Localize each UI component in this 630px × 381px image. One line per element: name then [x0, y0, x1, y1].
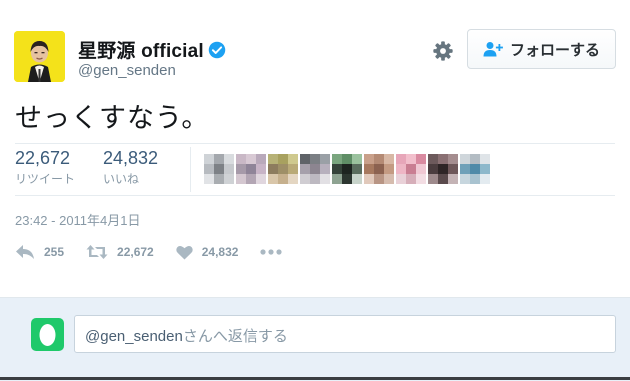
stats-divider: [190, 147, 191, 192]
current-user-avatar: [31, 318, 64, 351]
tweet-text: せっくすなう。: [15, 103, 210, 133]
user-handle[interactable]: @gen_senden: [78, 62, 176, 79]
retweet-icon[interactable]: [86, 244, 108, 260]
like-action-count: 24,832: [201, 245, 239, 259]
verified-badge-icon: [208, 41, 226, 58]
reply-placeholder: さんへ返信する: [182, 328, 288, 345]
reply-count: 255: [44, 245, 65, 259]
reply-input[interactable]: @gen_sendenさんへ返信する: [74, 315, 616, 353]
more-action[interactable]: [260, 249, 283, 255]
liker-avatar[interactable]: [396, 154, 426, 184]
liker-avatar[interactable]: [332, 154, 362, 184]
like-count[interactable]: 24,832: [103, 148, 158, 169]
like-stat[interactable]: 24,832 いいね: [103, 148, 158, 187]
reply-mention: @gen_senden: [85, 328, 183, 345]
reply-area: @gen_sendenさんへ返信する: [0, 297, 630, 381]
tweet-timestamp[interactable]: 23:42 - 2011年4月1日: [15, 210, 141, 229]
retweet-action-count: 22,672: [117, 245, 154, 259]
retweet-action[interactable]: 22,672: [86, 244, 154, 260]
profile-avatar[interactable]: [14, 31, 65, 82]
user-name-row[interactable]: 星野源 official: [78, 36, 226, 63]
liker-avatar[interactable]: [268, 154, 298, 184]
liker-avatar[interactable]: [236, 154, 266, 184]
retweet-count[interactable]: 22,672: [15, 148, 75, 169]
liker-avatars: [204, 154, 490, 184]
follow-button-label: フォローする: [509, 41, 600, 59]
retweet-stat[interactable]: 22,672 リツイート: [15, 148, 75, 187]
liker-avatar[interactable]: [300, 154, 330, 184]
gear-icon[interactable]: [432, 40, 454, 62]
tweet-stats: 22,672 リツイート 24,832 いいね: [15, 143, 615, 196]
like-label: いいね: [103, 172, 140, 186]
like-action[interactable]: 24,832: [176, 245, 239, 260]
follow-person-plus-icon: [483, 42, 503, 57]
liker-avatar[interactable]: [460, 154, 490, 184]
liker-avatar[interactable]: [204, 154, 234, 184]
heart-icon[interactable]: [176, 245, 193, 260]
more-dots-icon[interactable]: [260, 249, 283, 255]
follow-button[interactable]: フォローする: [467, 29, 616, 69]
retweet-label: リツイート: [15, 172, 76, 186]
tweet-actions: 255 22,672 24,832: [15, 244, 304, 260]
liker-avatar[interactable]: [428, 154, 458, 184]
reply-icon[interactable]: [15, 244, 35, 260]
display-name[interactable]: 星野源 official: [78, 36, 204, 63]
liker-avatar[interactable]: [364, 154, 394, 184]
reply-action[interactable]: 255: [15, 244, 64, 260]
